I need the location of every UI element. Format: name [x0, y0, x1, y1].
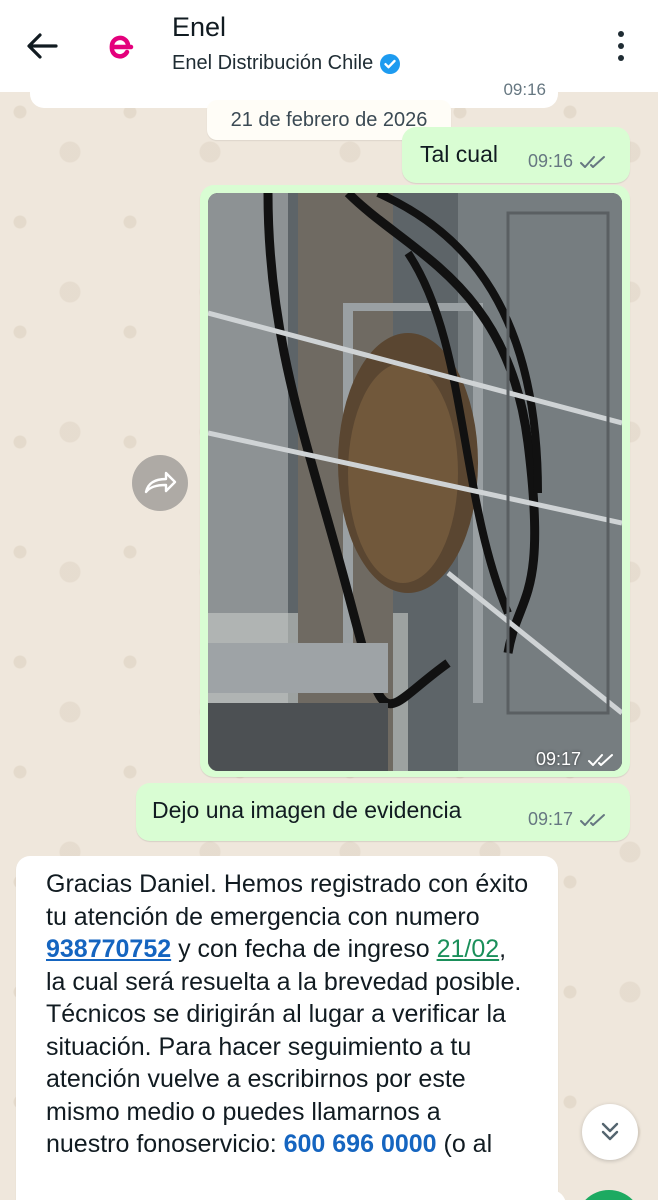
message-meta: 09:16 [528, 151, 609, 172]
text-segment: (o al [436, 1130, 493, 1158]
business-name: Enel Distribución Chile [172, 52, 374, 74]
outgoing-image-message[interactable]: 09:17 [200, 185, 630, 777]
forward-icon[interactable] [132, 455, 188, 511]
message-time: 09:16 [503, 80, 546, 99]
message-text: Tal cual [420, 141, 498, 167]
enel-logo-icon [109, 35, 134, 59]
double-chevron-down-icon [601, 1122, 619, 1141]
verified-badge-icon [380, 53, 401, 74]
message-time: 09:17 [536, 749, 582, 769]
text-segment: y con fecha de ingreso [171, 935, 437, 963]
outgoing-message[interactable]: Dejo una imagen de evidencia 09:17 [136, 783, 630, 841]
message-meta: 09:17 [528, 809, 609, 830]
incoming-message[interactable]: Gracias Daniel. Hemos registrado con éxi… [16, 856, 558, 1200]
utility-pole-photo-illustration [208, 193, 622, 771]
message-time: 09:17 [528, 809, 574, 829]
message-input-bar[interactable] [16, 1190, 566, 1200]
message-time: 09:16 [528, 151, 574, 171]
incoming-message-text: Gracias Daniel. Hemos registrado con éxi… [46, 868, 530, 1161]
message-text: Dejo una imagen de evidencia [152, 797, 462, 823]
scroll-to-bottom-button[interactable] [582, 1104, 638, 1160]
back-arrow-icon[interactable] [22, 28, 62, 64]
date-link[interactable]: 21/02 [437, 935, 500, 963]
contact-name[interactable]: Enel [172, 12, 226, 43]
contact-avatar[interactable] [96, 24, 144, 72]
phone-number-link[interactable]: 600 696 0000 [284, 1130, 437, 1158]
image-meta: 09:17 [536, 749, 617, 770]
more-options-icon[interactable] [606, 24, 636, 68]
evidence-photo[interactable]: 09:17 [208, 193, 622, 771]
double-check-icon [588, 753, 614, 766]
contact-subtitle[interactable]: Enel Distribución Chile [172, 52, 401, 75]
ticket-number-link[interactable]: 938770752 [46, 935, 171, 963]
outgoing-message[interactable]: Tal cual 09:16 [402, 127, 630, 183]
text-segment: Gracias Daniel. Hemos registrado con éxi… [46, 870, 529, 931]
double-check-icon [580, 155, 606, 168]
double-check-icon [580, 813, 606, 826]
text-segment: , la cual será resuelta a la brevedad po… [46, 935, 522, 1158]
